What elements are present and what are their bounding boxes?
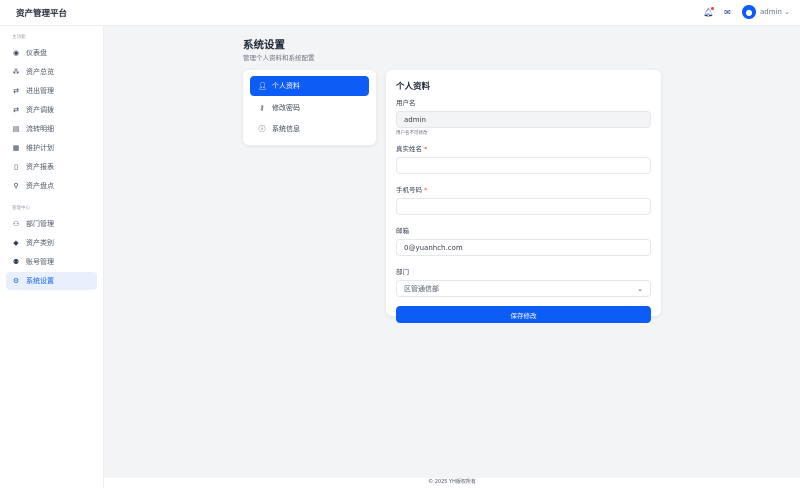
profile-form: 个人资料 用户名 admin 用户名不可修改 真实姓名 * 手机号码 * 邮箱 … (386, 70, 661, 323)
gear-icon: ⚙ (12, 277, 20, 285)
email-label: 邮箱 (396, 227, 409, 235)
phone-label: 手机号码 * (396, 184, 651, 194)
sidebar-item[interactable]: ⇄ 资产调拨 (6, 101, 97, 119)
phone-input[interactable] (396, 198, 651, 215)
calendar-icon: ▦ (12, 144, 20, 152)
avatar[interactable]: ● (741, 5, 756, 19)
email-input[interactable]: 0@yuanhch.com (396, 239, 651, 256)
exchange-icon: ⇄ (13, 106, 19, 114)
page-subtitle: 管理个人资料和系统配置 (243, 54, 315, 62)
sidebar-item[interactable]: ⚙ 系统设置 (6, 272, 97, 290)
tab-label: 修改密码 (272, 103, 300, 112)
sidebar-item[interactable]: ▯ 资产报表 (6, 158, 97, 176)
bell-icon[interactable]: 🔔︎ (703, 6, 714, 17)
required-mark: * (424, 145, 428, 153)
user-icon: 👤︎ (258, 82, 267, 90)
key-icon: ⚷ (259, 103, 265, 112)
file-icon: ▯ (14, 163, 18, 171)
department-label: 部门 (396, 268, 409, 276)
sidebar-item-label: 资产类别 (26, 239, 54, 247)
tab-system-info[interactable]: ⓘ 系统信息 (250, 119, 369, 139)
tab-profile[interactable]: 👤︎ 个人资料 (250, 76, 369, 96)
sidebar-item-label: 资产盘点 (26, 182, 54, 190)
inbox-icon[interactable]: ✉︎ (723, 8, 732, 17)
tab-label: 个人资料 (272, 82, 300, 90)
info-icon: ⓘ (258, 125, 266, 133)
sidebar: 主功能 ◉ 仪表盘 ⁂ 资产总览 ⇄ 进出管理 ⇄ 资产调拨 ▤ 流转明细 ▦ 维护计划 ▯ 资产报表 ⚲ 资… (0, 26, 104, 488)
required-mark: * (424, 186, 428, 194)
cubes-icon: ⁂ (12, 68, 20, 76)
username-label: admin (759, 8, 782, 16)
exchange-icon: ⇄ (13, 87, 19, 95)
user-menu[interactable]: admin ⌄ (760, 8, 790, 16)
username-label: 用户名 (396, 99, 416, 107)
department-select[interactable]: 区管通信部 ⌄ (396, 280, 651, 297)
search-icon: ⚲ (13, 182, 19, 190)
sidebar-item[interactable]: ⚇ 部门管理 (6, 215, 97, 233)
sidebar-item-label: 流转明细 (26, 125, 54, 133)
list-icon: ▤ (12, 125, 20, 133)
sidebar-item-label: 账号管理 (26, 258, 54, 266)
section-label-admin: 管理中心 (12, 206, 30, 211)
sidebar-item-label: 维护计划 (26, 144, 54, 152)
dashboard-icon: ◉ (12, 49, 20, 57)
sidebar-item-label: 资产报表 (26, 163, 54, 171)
tags-icon: ◆ (13, 239, 19, 247)
username-hint: 用户名不可修改 (396, 131, 428, 136)
sidebar-item-label: 资产调拨 (26, 106, 54, 114)
department-value: 区管通信部 (404, 284, 439, 293)
sidebar-item-label: 进出管理 (26, 87, 54, 95)
user-cog-icon: ⚉ (12, 258, 20, 266)
settings-menu: 👤︎ 个人资料 ⚷ 修改密码 ⓘ 系统信息 (243, 70, 376, 145)
sidebar-item[interactable]: ⁂ 资产总览 (6, 63, 97, 81)
sidebar-item-label: 系统设置 (26, 277, 54, 285)
phone-label-text: 手机号码 (396, 186, 422, 194)
sidebar-item[interactable]: ⇄ 进出管理 (6, 82, 97, 100)
realname-label-text: 真实姓名 (396, 145, 422, 153)
sidebar-item[interactable]: ⚉ 账号管理 (6, 253, 97, 271)
sidebar-item-label: 资产总览 (26, 68, 54, 76)
sidebar-item-label: 部门管理 (26, 220, 54, 228)
sidebar-item[interactable]: ▤ 流转明细 (6, 120, 97, 138)
brand-title: 资产管理平台 (16, 8, 68, 19)
page-title: 系统设置 (243, 39, 285, 51)
realname-label: 真实姓名 * (396, 143, 651, 153)
realname-input[interactable] (396, 157, 651, 174)
form-title: 个人资料 (396, 82, 431, 92)
sidebar-item[interactable]: ◆ 资产类别 (6, 234, 97, 252)
footer: © 2025 YH版权所有 (104, 478, 800, 488)
tab-label: 系统信息 (272, 125, 300, 133)
users-icon: ⚇ (12, 220, 20, 228)
sidebar-item-label: 仪表盘 (26, 49, 47, 57)
tab-password[interactable]: ⚷ 修改密码 (250, 98, 369, 118)
section-label-main: 主功能 (12, 35, 26, 40)
sidebar-item[interactable]: ⚲ 资产盘点 (6, 177, 97, 195)
save-button[interactable]: 保存修改 (396, 306, 651, 323)
username-input: admin (396, 111, 651, 128)
sidebar-item[interactable]: ▦ 维护计划 (6, 139, 97, 157)
top-header: 资产管理平台 🔔︎ ✉︎ ● admin ⌄ (0, 0, 800, 26)
sidebar-item[interactable]: ◉ 仪表盘 (6, 44, 97, 62)
chevron-down-icon: ⌄ (637, 284, 643, 293)
notification-dot (710, 6, 714, 10)
